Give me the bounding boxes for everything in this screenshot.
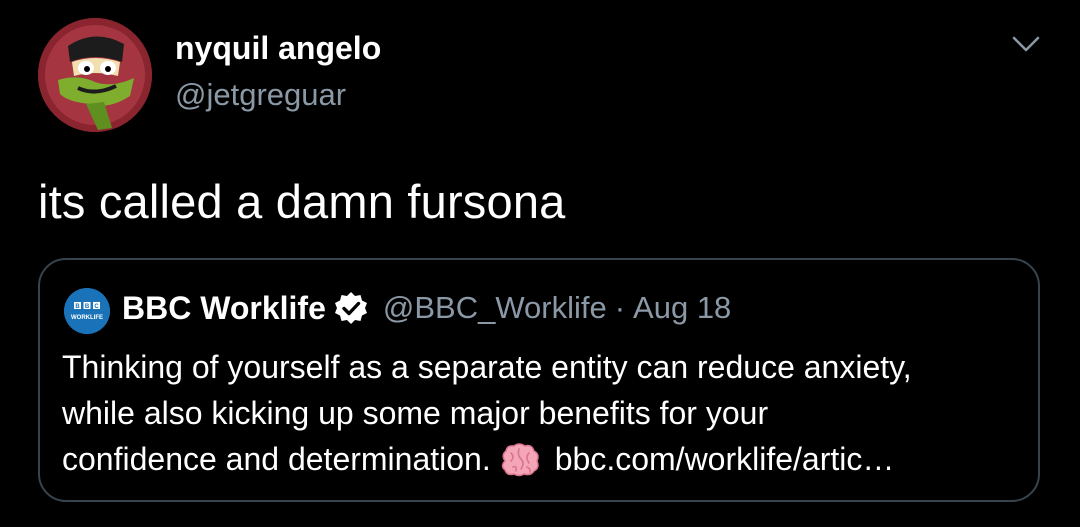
bbc-worklife-logo: B B C WORKLIFE [64,288,110,334]
svg-text:B: B [85,304,90,310]
author-handle[interactable]: @jetgreguar [175,77,346,113]
quoted-body-text: confidence and determination. [62,441,491,477]
avatar-image [38,18,152,132]
tweet-text: its called a damn fursona [38,175,566,228]
quoted-body-line-last: confidence and determination. bbc.com/wo… [62,436,1022,482]
quoted-body-line: Thinking of yourself as a separate entit… [62,349,912,385]
quoted-author-display-name[interactable]: BBC Worklife [122,290,326,327]
quoted-tweet-body: Thinking of yourself as a separate entit… [62,344,1022,482]
quoted-author-avatar[interactable]: B B C WORKLIFE [64,288,110,334]
header-separator: · [614,290,626,325]
svg-text:WORKLIFE: WORKLIFE [71,315,103,321]
author-display-name[interactable]: nyquil angelo [175,30,381,67]
chevron-down-icon[interactable] [1008,30,1044,58]
quoted-body-line: while also kicking up some major benefit… [62,395,769,431]
quoted-tweet-date[interactable]: Aug 18 [633,290,731,326]
verified-badge-icon [334,292,367,324]
svg-text:B: B [75,304,80,310]
svg-text:C: C [94,304,99,310]
quoted-tweet-header: BBC Worklife @BBC_Worklife · Aug 18 [122,286,731,330]
quoted-tweet-card[interactable]: B B C WORKLIFE BBC Worklife @BBC_Worklif… [38,258,1040,502]
brain-emoji-icon [501,443,539,477]
quoted-author-handle[interactable]: @BBC_Worklife [383,290,607,326]
quoted-tweet-link[interactable]: bbc.com/worklife/artic… [555,441,895,477]
author-avatar[interactable] [38,18,152,132]
